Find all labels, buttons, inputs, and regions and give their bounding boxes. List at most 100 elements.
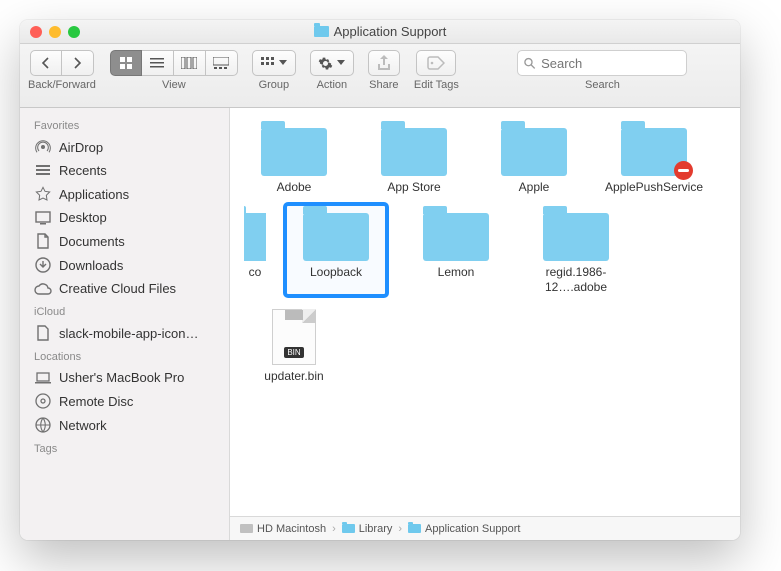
view-gallery-button[interactable] bbox=[206, 50, 238, 76]
sidebar-item-label: Applications bbox=[59, 187, 129, 202]
file-item-folder[interactable]: App Store bbox=[364, 120, 464, 195]
file-item-folder-selected[interactable]: Loopback bbox=[286, 205, 386, 295]
view-columns-button[interactable] bbox=[174, 50, 206, 76]
folder-icon bbox=[314, 26, 329, 37]
chevron-down-icon bbox=[337, 60, 345, 66]
chevron-right-icon: › bbox=[398, 523, 402, 535]
view-icons-button[interactable] bbox=[110, 50, 142, 76]
view-group: View bbox=[110, 50, 238, 91]
folder-icon bbox=[423, 213, 489, 261]
search-input[interactable] bbox=[541, 56, 680, 71]
file-item-folder[interactable]: regid.1986-12….adobe bbox=[526, 205, 626, 295]
path-label: HD Macintosh bbox=[257, 523, 326, 535]
file-label: co bbox=[249, 265, 262, 280]
search-icon bbox=[524, 57, 536, 70]
path-crumb[interactable]: Application Support bbox=[408, 523, 520, 535]
sidebar-item-label: Downloads bbox=[59, 258, 123, 273]
sidebar-item-desktop[interactable]: Desktop bbox=[20, 206, 229, 229]
sidebar-item-label: Documents bbox=[59, 234, 125, 249]
file-label: Adobe bbox=[277, 180, 312, 195]
forward-button[interactable] bbox=[62, 50, 94, 76]
sidebar-item-airdrop[interactable]: AirDrop bbox=[20, 135, 229, 159]
path-bar: HD Macintosh › Library › Application Sup… bbox=[230, 516, 740, 540]
sidebar-item-icloud-doc[interactable]: slack-mobile-app-icon… bbox=[20, 321, 229, 345]
path-crumb[interactable]: Library bbox=[342, 523, 393, 535]
minimize-button[interactable] bbox=[49, 26, 61, 38]
columns-icon bbox=[181, 57, 197, 69]
applications-icon bbox=[34, 186, 52, 202]
file-item-folder[interactable]: Apple bbox=[484, 120, 584, 195]
sidebar-item-downloads[interactable]: Downloads bbox=[20, 253, 229, 277]
back-forward-label: Back/Forward bbox=[28, 79, 96, 91]
file-label: updater.bin bbox=[264, 369, 323, 384]
file-label: ApplePushService bbox=[605, 180, 703, 195]
file-label: Loopback bbox=[310, 265, 362, 280]
chevron-right-icon bbox=[72, 57, 82, 69]
group-label: Group bbox=[259, 79, 290, 91]
hdd-icon bbox=[240, 524, 253, 533]
sidebar: Favorites AirDrop Recents Applications D… bbox=[20, 108, 230, 540]
sidebar-item-label: AirDrop bbox=[59, 140, 103, 155]
sidebar-item-network[interactable]: Network bbox=[20, 413, 229, 437]
close-button[interactable] bbox=[30, 26, 42, 38]
file-label: regid.1986-12….adobe bbox=[526, 265, 626, 295]
file-item-folder[interactable]: Adobe bbox=[244, 120, 344, 195]
titlebar: Application Support bbox=[20, 20, 740, 44]
maximize-button[interactable] bbox=[68, 26, 80, 38]
desktop-icon bbox=[34, 211, 52, 225]
sidebar-item-label: Usher's MacBook Pro bbox=[59, 370, 184, 385]
sidebar-item-label: Desktop bbox=[59, 210, 107, 225]
folder-icon bbox=[408, 524, 421, 533]
file-label: Lemon bbox=[438, 265, 475, 280]
search-label: Search bbox=[585, 79, 620, 91]
file-grid: Adobe App Store Apple ApplePushService bbox=[244, 120, 734, 384]
sidebar-item-macbook[interactable]: Usher's MacBook Pro bbox=[20, 366, 229, 389]
file-label: Apple bbox=[519, 180, 550, 195]
list-icon bbox=[150, 57, 164, 69]
window-title-text: Application Support bbox=[334, 24, 447, 39]
action-label: Action bbox=[317, 79, 348, 91]
tag-icon bbox=[427, 56, 445, 70]
sidebar-item-label: slack-mobile-app-icon… bbox=[59, 326, 198, 341]
file-item-folder[interactable]: Lemon bbox=[406, 205, 506, 295]
sidebar-section-title: Tags bbox=[20, 437, 229, 458]
sidebar-item-documents[interactable]: Documents bbox=[20, 229, 229, 253]
folder-icon bbox=[621, 128, 687, 176]
sidebar-item-recents[interactable]: Recents bbox=[20, 159, 229, 182]
search-field[interactable] bbox=[517, 50, 687, 76]
file-item-folder[interactable]: ApplePushService bbox=[604, 120, 704, 195]
search-group: Search bbox=[473, 50, 732, 91]
recents-icon bbox=[34, 164, 52, 178]
gear-icon bbox=[318, 56, 333, 71]
view-list-button[interactable] bbox=[142, 50, 174, 76]
sidebar-section-title: iCloud bbox=[20, 300, 229, 321]
file-item-folder-partial[interactable]: co bbox=[244, 205, 266, 295]
gallery-icon bbox=[213, 57, 229, 69]
file-area[interactable]: Adobe App Store Apple ApplePushService bbox=[230, 108, 740, 516]
sidebar-item-label: Recents bbox=[59, 163, 107, 178]
laptop-icon bbox=[34, 372, 52, 384]
folder-icon bbox=[543, 213, 609, 261]
file-item-binfile[interactable]: BIN updater.bin bbox=[244, 305, 344, 384]
edit-tags-button[interactable] bbox=[416, 50, 456, 76]
back-button[interactable] bbox=[30, 50, 62, 76]
group-button[interactable] bbox=[252, 50, 296, 76]
grid-icon bbox=[119, 56, 133, 70]
window-body: Favorites AirDrop Recents Applications D… bbox=[20, 108, 740, 540]
chevron-left-icon bbox=[41, 57, 51, 69]
finder-window: Application Support Back/Forward bbox=[20, 20, 740, 540]
share-icon bbox=[377, 55, 391, 71]
sidebar-item-creative-cloud[interactable]: Creative Cloud Files bbox=[20, 277, 229, 300]
action-button[interactable] bbox=[310, 50, 354, 76]
share-label: Share bbox=[369, 79, 398, 91]
tags-group: Edit Tags bbox=[414, 50, 459, 91]
back-forward-group: Back/Forward bbox=[28, 50, 96, 91]
sidebar-item-label: Network bbox=[59, 418, 107, 433]
disc-icon bbox=[34, 393, 52, 409]
traffic-lights bbox=[30, 26, 80, 38]
sidebar-item-remote-disc[interactable]: Remote Disc bbox=[20, 389, 229, 413]
path-crumb[interactable]: HD Macintosh bbox=[240, 523, 326, 535]
share-button[interactable] bbox=[368, 50, 400, 76]
sidebar-section-title: Favorites bbox=[20, 114, 229, 135]
sidebar-item-applications[interactable]: Applications bbox=[20, 182, 229, 206]
